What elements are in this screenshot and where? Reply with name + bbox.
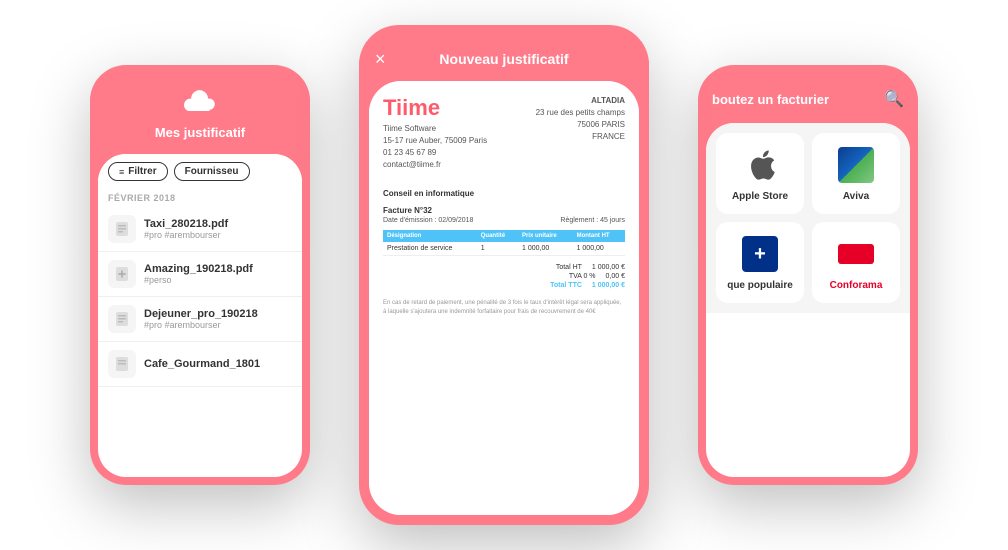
right-title: boutez un facturier <box>712 92 829 107</box>
conforama-logo-icon <box>836 234 876 274</box>
invoice-to-block: ALTADIA 23 rue des petits champs 75006 P… <box>536 95 625 171</box>
close-button[interactable]: × <box>375 49 386 70</box>
center-title: Nouveau justificatif <box>439 51 568 67</box>
total-ht-row: Total HT 1 000,00 € <box>383 264 625 271</box>
doc-info-2: Dejeuner_pro_190218 #pro #arembourser <box>144 308 292 330</box>
search-icon[interactable]: 🔍 <box>884 89 904 109</box>
invoice-totals: Total HT 1 000,00 € TVA 0 % 0,00 € Total… <box>383 264 625 289</box>
invoice-table: Désignation Quantité Prix unitaire Monta… <box>383 230 625 256</box>
invoice-from-block: Tiime Tiime Software 15-17 rue Auber, 75… <box>383 95 487 181</box>
doc-info-1: Amazing_190218.pdf #perso <box>144 263 292 285</box>
right-screen: Apple Store Aviva + que pop <box>706 123 910 477</box>
doc-info-0: Taxi_280218.pdf #pro #arembourser <box>144 218 292 240</box>
supplier-name-conforama: Conforama <box>830 280 883 291</box>
notch-left <box>160 65 240 79</box>
doc-item-2[interactable]: Dejeuner_pro_190218 #pro #arembourser <box>98 297 302 342</box>
filter-button[interactable]: ≡ Filtrer <box>108 162 168 181</box>
invoice-date-row: Date d'émission : 02/09/2018 Règlement :… <box>383 217 625 224</box>
center-screen: Tiime Tiime Software 15-17 rue Auber, 75… <box>369 81 639 515</box>
supplier-card-apple[interactable]: Apple Store <box>716 133 804 214</box>
left-screen: ≡ Filtrer Fournisseu FÉVRIER 2018 Taxi_2… <box>98 154 302 477</box>
invoice-from: Tiime Software 15-17 rue Auber, 75009 Pa… <box>383 123 487 171</box>
doc-icon-2 <box>108 305 136 333</box>
phone-right: boutez un facturier 🔍 Apple Store <box>698 65 918 485</box>
doc-icon-3 <box>108 350 136 378</box>
invoice-ref: Facture N°32 <box>383 206 625 215</box>
scene: Mes justificatif ≡ Filtrer Fournisseu FÉ… <box>0 0 1008 550</box>
invoice-header-row: Tiime Tiime Software 15-17 rue Auber, 75… <box>383 95 625 181</box>
banque-logo-icon: + <box>740 234 780 274</box>
notch-center <box>454 25 554 41</box>
banque-x-icon: + <box>754 243 766 266</box>
invoice-row-0: Prestation de service 1 1 000,00 1 000,0… <box>383 242 625 256</box>
apple-logo-icon <box>740 145 780 185</box>
supplier-button[interactable]: Fournisseu <box>174 162 250 181</box>
doc-item-3[interactable]: Cafe_Gourmand_1801 <box>98 342 302 387</box>
left-filters: ≡ Filtrer Fournisseu <box>98 154 302 189</box>
phone-left: Mes justificatif ≡ Filtrer Fournisseu FÉ… <box>90 65 310 485</box>
invoice-screen: Tiime Tiime Software 15-17 rue Auber, 75… <box>369 81 639 515</box>
supplier-name-aviva: Aviva <box>843 191 869 202</box>
center-header: × Nouveau justificatif <box>359 41 649 81</box>
supplier-card-banque[interactable]: + que populaire <box>716 222 804 303</box>
doc-icon-0 <box>108 215 136 243</box>
doc-icon-1 <box>108 260 136 288</box>
phone-center: × Nouveau justificatif Tiime Tiime Softw… <box>359 25 649 525</box>
supplier-card-aviva[interactable]: Aviva <box>812 133 900 214</box>
right-header: boutez un facturier 🔍 <box>698 79 918 123</box>
doc-item-0[interactable]: Taxi_280218.pdf #pro #arembourser <box>98 207 302 252</box>
aviva-logo-icon <box>836 145 876 185</box>
left-title: Mes justificatif <box>104 125 296 140</box>
supplier-grid: Apple Store Aviva + que pop <box>706 123 910 313</box>
supplier-name-apple: Apple Store <box>732 191 788 202</box>
left-header: Mes justificatif <box>90 79 310 154</box>
doc-info-3: Cafe_Gourmand_1801 <box>144 358 292 370</box>
month-label: FÉVRIER 2018 <box>98 189 302 207</box>
supplier-card-conforama[interactable]: Conforama <box>812 222 900 303</box>
filter-icon: ≡ <box>119 167 124 177</box>
cloud-icon <box>184 89 216 121</box>
supplier-name-banque: que populaire <box>727 280 793 291</box>
invoice-note: En cas de retard de paiement, une pénali… <box>383 299 625 317</box>
total-tva-row: TVA 0 % 0,00 € <box>383 273 625 280</box>
notch-right <box>768 65 848 79</box>
doc-item-1[interactable]: Amazing_190218.pdf #perso <box>98 252 302 297</box>
invoice-category: Conseil en informatique <box>383 189 625 198</box>
invoice-logo: Tiime <box>383 95 487 121</box>
total-ttc-row: Total TTC 1 000,00 € <box>383 282 625 289</box>
